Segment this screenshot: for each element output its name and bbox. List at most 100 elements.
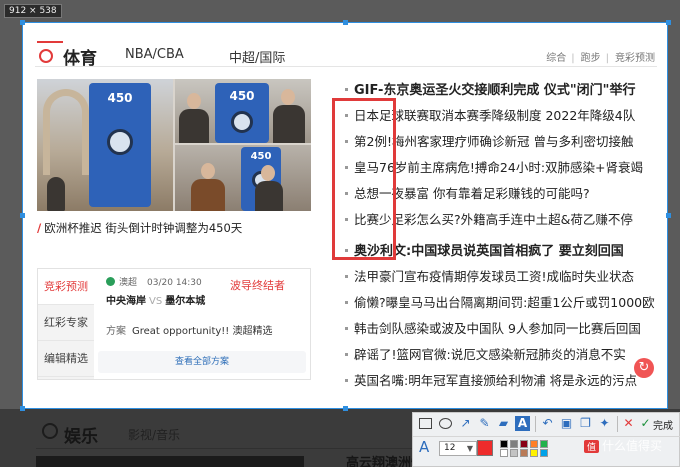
clock-icon: [231, 111, 253, 133]
capture-selection[interactable]: 体育 NBA/CBA 中超/国际 综合|跑步|竞彩预测 450 450: [22, 22, 668, 409]
undo-icon[interactable]: ↶: [540, 416, 555, 431]
site-watermark: 值什么值得买: [584, 437, 662, 454]
plan-text: Great opportunity!! 澳超精选: [132, 326, 273, 337]
refresh-icon[interactable]: ↻: [634, 358, 654, 378]
view-all-plans-button[interactable]: 查看全部方案: [98, 351, 306, 373]
home-team: 中央海岸: [106, 296, 146, 307]
photo-panel-bottom-right: 450: [175, 145, 311, 211]
sports-header: 体育 NBA/CBA 中超/国际 综合 | 跑步 | 竞彩预测: [35, 41, 657, 69]
person-head: [201, 163, 215, 179]
capture-size-badge: 912 × 538: [4, 4, 62, 18]
lottery-widget: 竞彩预测 红彩专家 编辑精选 澳超 03/20 14:30 波导终结者 中央海岸 V…: [37, 268, 311, 380]
resize-handle[interactable]: [20, 20, 25, 25]
kiosk-number: 450: [250, 151, 272, 162]
tab-nba-cba[interactable]: NBA/CBA: [125, 47, 184, 62]
photo-panel-top-right: 450: [175, 79, 311, 143]
arrow-tool-icon[interactable]: ↗: [458, 416, 473, 431]
sports-section: 体育 NBA/CBA 中超/国际 综合|跑步|竞彩预测 450 450: [23, 23, 667, 408]
entertainment-photo: [36, 456, 304, 467]
link-lottery-predict[interactable]: 竞彩预测: [615, 53, 655, 64]
match-teams[interactable]: 中央海岸 VS 墨尔本城: [106, 292, 205, 307]
link-general[interactable]: 综合: [546, 53, 566, 64]
plan-row[interactable]: 方案 Great opportunity!! 澳超精选: [106, 322, 272, 337]
sports-quick-links: 综合 | 跑步 | 竞彩预测: [546, 53, 655, 64]
tab-film-music: 影视/音乐: [128, 428, 181, 442]
star-icon: [42, 423, 58, 439]
headline-photo[interactable]: 450 450 450: [37, 79, 311, 211]
tab-editor-pick[interactable]: 编辑精选: [38, 341, 94, 377]
tab-csl-intl[interactable]: 中超/国际: [229, 47, 285, 66]
done-label[interactable]: 完成: [653, 417, 673, 432]
person-head: [187, 93, 201, 109]
entertainment-title: 娱乐: [64, 427, 98, 447]
rectangle-tool-icon[interactable]: [419, 418, 432, 429]
color-swatch[interactable]: [540, 440, 548, 448]
pin-icon[interactable]: ✦: [597, 416, 612, 431]
sports-title[interactable]: 体育: [63, 44, 97, 69]
expert-name[interactable]: 波导终结者: [230, 277, 285, 293]
color-swatch[interactable]: [510, 449, 518, 457]
marker-tool-icon[interactable]: ▰: [496, 416, 511, 431]
section-accent-bar: [37, 41, 63, 43]
link-running[interactable]: 跑步: [581, 53, 601, 64]
tab-lottery-expert[interactable]: 红彩专家: [38, 305, 94, 341]
kiosk-number: 450: [229, 89, 255, 103]
headline-caption[interactable]: / 欧洲杯推迟 街头倒计时钟调整为450天: [37, 220, 242, 236]
font-size-value: 12: [444, 443, 456, 453]
color-swatch[interactable]: [500, 449, 508, 457]
font-size-select[interactable]: 12 ▼: [439, 441, 477, 456]
annotation-rectangle[interactable]: [332, 98, 396, 260]
current-color-swatch[interactable]: [477, 440, 493, 456]
copy-icon[interactable]: ❐: [578, 416, 593, 431]
pencil-tool-icon[interactable]: ✎: [477, 416, 492, 431]
ellipse-tool-icon[interactable]: [439, 418, 452, 429]
resize-handle[interactable]: [20, 406, 25, 411]
news-item[interactable]: 韩击剑队感染或波及中国队 9人参加同一比赛后回国: [345, 318, 641, 337]
news-item[interactable]: 偷懒?曝皇马马出台隔离期间罚:超重1公斤或罚1000欧: [345, 292, 655, 311]
color-swatch[interactable]: [530, 449, 538, 457]
cancel-icon[interactable]: ✕: [621, 416, 636, 431]
news-item[interactable]: 英国名嘴:明年冠军直接颁给利物浦 将是永远的污点: [345, 370, 637, 389]
resize-handle[interactable]: [666, 20, 671, 25]
color-swatch[interactable]: [520, 440, 528, 448]
countdown-kiosk: 450: [215, 83, 269, 143]
resize-handle[interactable]: [666, 213, 671, 218]
text-tool-icon[interactable]: A: [515, 416, 530, 431]
resize-handle[interactable]: [343, 406, 348, 411]
tab-lottery-predict[interactable]: 竞彩预测: [38, 269, 94, 305]
chevron-down-icon: ▼: [466, 444, 473, 453]
save-icon[interactable]: ▣: [559, 416, 574, 431]
resize-handle[interactable]: [20, 213, 25, 218]
color-swatch[interactable]: [510, 440, 518, 448]
league-name: 澳超: [119, 278, 138, 288]
news-item[interactable]: 法甲豪门宣布疫情期停发球员工资!成临时失业状态: [345, 266, 634, 285]
news-headline[interactable]: GIF-东京奥运圣火交接顺利完成 仪式"闭门"举行: [345, 79, 635, 98]
photo-panel-square: 450: [37, 79, 173, 211]
color-swatch[interactable]: [530, 440, 538, 448]
resize-handle[interactable]: [343, 20, 348, 25]
color-swatch[interactable]: [500, 440, 508, 448]
font-icon: A: [419, 438, 430, 456]
news-item[interactable]: 辟谣了!篮网官微:说厄文感染新冠肺炎的消息不实: [345, 344, 626, 363]
person-masked: [273, 105, 305, 143]
confirm-icon[interactable]: ✓: [638, 416, 653, 431]
sports-ball-icon: [39, 49, 53, 63]
arch: [43, 89, 89, 175]
countdown-kiosk: 450: [89, 83, 151, 207]
caption-text: 欧洲杯推迟 街头倒计时钟调整为450天: [44, 221, 243, 235]
pedestrian: [47, 177, 65, 211]
vs-label: VS: [149, 296, 163, 307]
person-masked: [179, 109, 209, 143]
color-swatch[interactable]: [540, 449, 548, 457]
watermark-badge: 值: [584, 440, 600, 453]
person-coat: [191, 179, 225, 211]
color-swatch[interactable]: [520, 449, 528, 457]
clock-icon: [107, 129, 133, 155]
person-head: [261, 165, 275, 181]
match-info: 澳超 03/20 14:30: [106, 275, 202, 288]
watermark-text: 什么值得买: [602, 439, 663, 453]
toolbar-tools-row: ↗ ✎ ▰ A ↶ ▣ ❐ ✦ ✕ ✓ 完成: [413, 413, 680, 435]
lottery-nav: 竞彩预测 红彩专家 编辑精选: [38, 269, 94, 379]
person-head: [281, 89, 295, 105]
person-masked: [255, 181, 283, 211]
